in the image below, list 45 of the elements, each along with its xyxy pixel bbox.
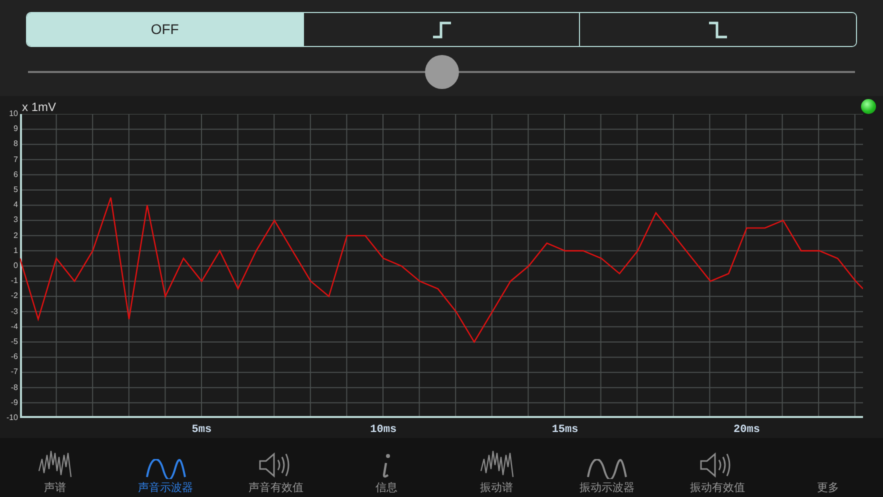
nav-tab[interactable]: 振动谱 xyxy=(442,438,552,497)
y-axis-label: -8 xyxy=(10,382,18,393)
nav-tab[interactable]: 振动示波器 xyxy=(552,438,662,497)
rising-edge-icon xyxy=(432,20,452,38)
nav-tab[interactable]: 声音示波器 xyxy=(110,438,221,497)
status-light-icon xyxy=(861,99,876,114)
y-axis-label: -10 xyxy=(5,413,18,423)
nav-tab[interactable]: 信息 xyxy=(331,438,442,497)
trigger-mode-tab[interactable]: OFF xyxy=(27,13,303,46)
slider-thumb[interactable] xyxy=(424,55,458,89)
y-axis-label: 9 xyxy=(12,124,18,134)
x-axis-label: 10ms xyxy=(370,423,397,438)
y-axis-label: 4 xyxy=(12,200,18,210)
y-axis-label: -2 xyxy=(10,291,18,302)
unit-label: x 1mV xyxy=(22,99,56,116)
nav-tab[interactable]: 声音有效值 xyxy=(220,438,332,497)
waveform-icon xyxy=(480,449,514,479)
y-axis-label: -3 xyxy=(10,306,18,317)
y-axis-label: 10 xyxy=(8,109,18,119)
trigger-level-slider[interactable] xyxy=(28,55,855,89)
y-axis-label: 3 xyxy=(12,215,18,226)
y-axis-label: -5 xyxy=(10,337,18,347)
nav-tab[interactable]: 更多 xyxy=(772,438,883,497)
y-axis-label: 8 xyxy=(12,139,18,150)
y-axis-label: -1 xyxy=(10,276,18,286)
y-axis-label: 7 xyxy=(12,154,18,165)
falling-edge-icon xyxy=(708,20,728,38)
sine-wave-icon xyxy=(146,459,186,479)
y-axis-label: -9 xyxy=(10,398,18,408)
y-axis-label: 5 xyxy=(12,185,18,195)
x-axis-label: 15ms xyxy=(552,423,578,438)
info-icon xyxy=(380,453,392,479)
y-axis-label: -6 xyxy=(10,352,18,362)
y-axis-label: 6 xyxy=(12,170,18,180)
y-axis-label: 2 xyxy=(12,230,18,241)
waveform-icon xyxy=(38,449,72,479)
x-axis-label: 5ms xyxy=(192,423,212,438)
nav-tab[interactable]: 声谱 xyxy=(0,438,110,497)
y-axis-label: 0 xyxy=(12,261,18,271)
x-axis-label: 20ms xyxy=(734,423,760,438)
y-axis-label: -7 xyxy=(10,367,18,378)
y-axis-label: -4 xyxy=(10,322,18,332)
nav-tab[interactable]: 振动有效值 xyxy=(662,438,773,497)
y-axis-label: 1 xyxy=(12,246,18,256)
sine-wave-icon xyxy=(587,459,628,479)
